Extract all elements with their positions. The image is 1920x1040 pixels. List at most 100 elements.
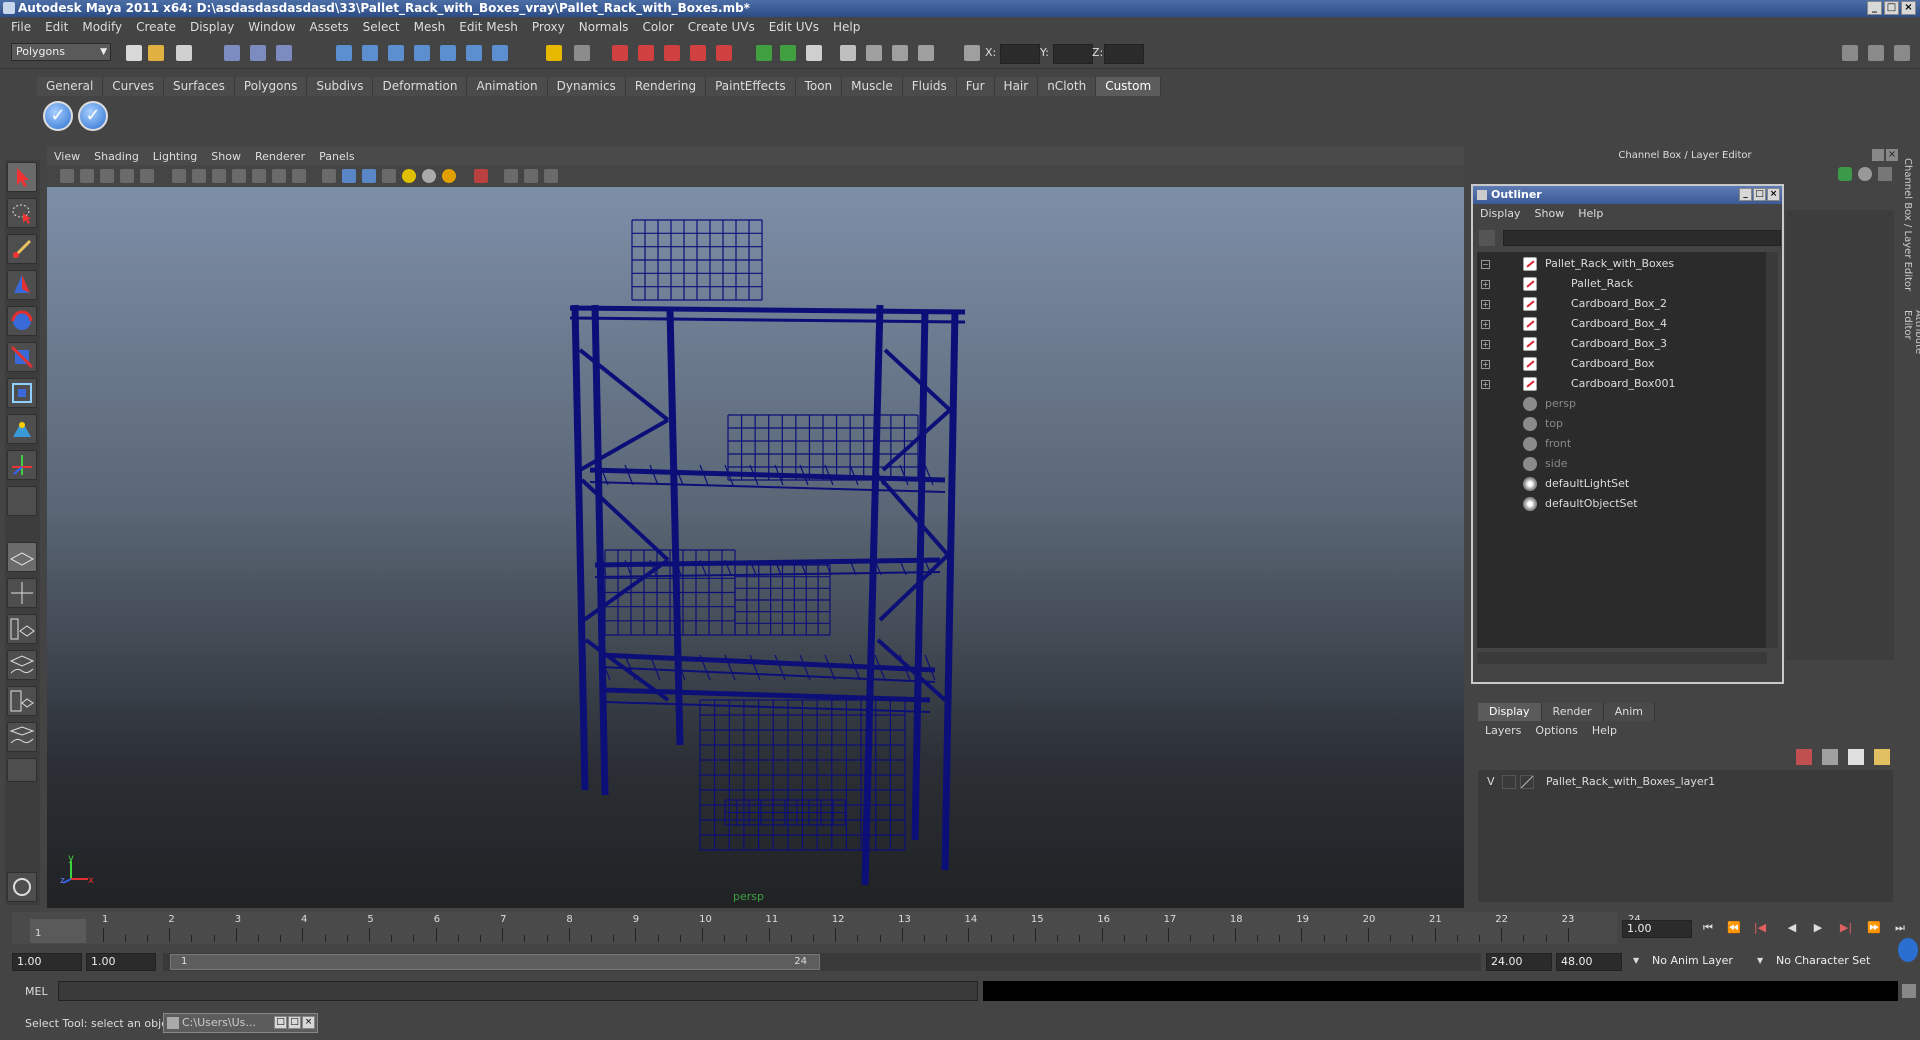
hud-icon[interactable] <box>504 169 518 183</box>
layer-menu-layers[interactable]: Layers <box>1478 724 1528 737</box>
menu-create[interactable]: Create <box>129 20 183 34</box>
shadows-icon[interactable] <box>442 169 456 183</box>
character-set-dropdown[interactable]: No Character Set <box>1772 953 1882 971</box>
mel-label[interactable]: MEL <box>25 985 48 998</box>
mel-command-input[interactable] <box>58 981 978 1001</box>
play-backwards-icon[interactable]: ◀ <box>1784 921 1800 937</box>
render-view-icon[interactable] <box>716 45 732 61</box>
viewport-menu-lighting[interactable]: Lighting <box>146 150 204 163</box>
minimized-window-item[interactable]: C:\Users\Us... □ □ × <box>163 1013 318 1033</box>
viewport-menu-renderer[interactable]: Renderer <box>248 150 312 163</box>
expand-toggle-icon[interactable]: + <box>1481 360 1490 369</box>
outliner-minimize-button[interactable]: _ <box>1739 188 1752 201</box>
menu-normals[interactable]: Normals <box>572 20 636 34</box>
open-scene-icon[interactable] <box>148 45 164 61</box>
safe-action-icon[interactable] <box>252 169 266 183</box>
hypershade-icon[interactable] <box>690 45 706 61</box>
shelf-tab-ncloth[interactable]: nCloth <box>1038 77 1097 96</box>
expand-toggle-icon[interactable]: + <box>1481 380 1490 389</box>
lasso-tool-icon[interactable] <box>7 198 37 228</box>
wireframe-icon[interactable] <box>322 169 336 183</box>
menu-edit-uvs[interactable]: Edit UVs <box>762 20 826 34</box>
soft-modification-icon[interactable] <box>7 414 37 444</box>
outliner-title-bar[interactable]: Outliner _ □ × <box>1473 186 1782 204</box>
outliner-item[interactable]: + Pallet_Rack <box>1477 274 1765 294</box>
layer-playback-toggle[interactable] <box>1502 775 1516 789</box>
show-manipulator-icon[interactable] <box>7 450 37 480</box>
make-live-icon[interactable] <box>440 45 456 61</box>
resolution-gate-icon[interactable] <box>192 169 206 183</box>
image-plane-icon[interactable] <box>120 169 134 183</box>
layout-options-icon[interactable] <box>7 758 37 782</box>
channel-box-tool-icon[interactable] <box>1838 167 1852 181</box>
go-to-start-icon[interactable]: ⏮ <box>1700 921 1716 937</box>
expand-toggle-icon[interactable]: + <box>1481 320 1490 329</box>
menu-set-dropdown[interactable]: Polygons ▼ <box>11 43 111 61</box>
channel-box-display-icon[interactable] <box>1858 167 1872 181</box>
hypershade-persp-layout-icon[interactable] <box>7 686 37 716</box>
menu-window[interactable]: Window <box>241 20 302 34</box>
select-tool-toggle-icon[interactable] <box>574 45 590 61</box>
input-line-icon[interactable] <box>756 45 772 61</box>
outliner-item[interactable]: − Pallet_Rack_with_Boxes <box>1477 254 1765 274</box>
menu-color[interactable]: Color <box>635 20 680 34</box>
step-back-frame-icon[interactable]: ⏪ <box>1726 921 1742 937</box>
shelf-tab-dynamics[interactable]: Dynamics <box>547 77 626 96</box>
menu-modify[interactable]: Modify <box>75 20 129 34</box>
playback-end-field[interactable]: 24.00 <box>1486 953 1552 971</box>
select-hierarchy-icon[interactable] <box>224 45 240 61</box>
xray-icon[interactable] <box>382 169 396 183</box>
last-tool-used-icon[interactable] <box>7 486 37 516</box>
shelf-tab-rendering[interactable]: Rendering <box>625 77 707 96</box>
layer-name[interactable]: Pallet_Rack_with_Boxes_layer1 <box>1546 773 1715 791</box>
isolate-select-icon[interactable] <box>474 169 488 183</box>
outliner-item[interactable]: defaultObjectSet <box>1477 494 1765 514</box>
layer-color-swatch[interactable] <box>1520 775 1534 789</box>
float-panel-icon[interactable] <box>1872 149 1884 161</box>
expand-toggle-icon[interactable]: − <box>1481 260 1490 269</box>
outliner-item[interactable]: + Cardboard_Box <box>1477 354 1765 374</box>
shelf-tab-general[interactable]: General <box>37 77 104 96</box>
viewport-menu-panels[interactable]: Panels <box>312 150 361 163</box>
save-scene-icon[interactable] <box>176 45 192 61</box>
viewport-menu-shading[interactable]: Shading <box>87 150 146 163</box>
shelf-tab-polygons[interactable]: Polygons <box>234 77 308 96</box>
side-tab-attribute-editor[interactable]: Attribute Editor <box>1902 310 1920 380</box>
menu-assets[interactable]: Assets <box>303 20 356 34</box>
outliner-vertical-scrollbar[interactable] <box>1766 252 1778 648</box>
help-question-icon[interactable] <box>492 45 508 61</box>
range-slider-handle[interactable]: 1 24 <box>170 954 820 970</box>
step-forward-key-icon[interactable]: ▶| <box>1838 921 1854 937</box>
maximize-button[interactable]: □ <box>1884 1 1899 15</box>
wireframe-on-shaded-icon[interactable] <box>362 169 376 183</box>
rotate-tool-icon[interactable] <box>7 306 37 336</box>
outliner-item[interactable]: persp <box>1477 394 1765 414</box>
checkmark-icon[interactable]: ✓ <box>78 101 108 131</box>
shelf-tab-subdivs[interactable]: Subdivs <box>307 77 374 96</box>
snap-grid-icon[interactable] <box>336 45 352 61</box>
minimize-button[interactable]: _ <box>1867 1 1882 15</box>
four-view-layout-icon[interactable] <box>7 578 37 608</box>
shelf-tab-hair[interactable]: Hair <box>994 77 1039 96</box>
toggle-channel-box-icon[interactable] <box>1894 45 1910 61</box>
persp-graph-hypershade-layout-icon[interactable] <box>7 722 37 752</box>
current-time-field[interactable]: 1.00 <box>1622 920 1692 938</box>
outliner-menu-display[interactable]: Display <box>1473 207 1528 220</box>
persp-outliner-layout-icon[interactable] <box>7 614 37 644</box>
lock-icon[interactable] <box>546 45 562 61</box>
persp-graph-layout-icon[interactable] <box>7 650 37 680</box>
outliner-item[interactable]: + Cardboard_Box_4 <box>1477 314 1765 334</box>
field-chart-icon[interactable] <box>232 169 246 183</box>
menu-select[interactable]: Select <box>356 20 407 34</box>
close-panel-icon[interactable]: × <box>1886 149 1898 161</box>
go-to-end-icon[interactable]: ⏭ <box>1892 921 1908 937</box>
shelf-tab-fur[interactable]: Fur <box>956 77 995 96</box>
shelf-tab-toon[interactable]: Toon <box>795 77 843 96</box>
pallet-rack-wireframe[interactable] <box>47 187 1464 908</box>
end-time-field[interactable]: 48.00 <box>1556 953 1622 971</box>
layer-row[interactable]: V Pallet_Rack_with_Boxes_layer1 <box>1478 773 1893 791</box>
menu-edit-mesh[interactable]: Edit Mesh <box>452 20 525 34</box>
two-sided-lighting-icon[interactable] <box>524 169 538 183</box>
shelf-tab-painteffects[interactable]: PaintEffects <box>706 77 796 96</box>
camera-attributes-icon[interactable] <box>80 169 94 183</box>
